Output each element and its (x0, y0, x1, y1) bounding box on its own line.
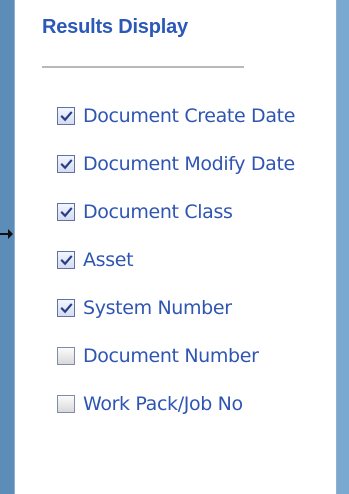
divider (42, 66, 244, 68)
results-display-window: Results Display Document Create Date Doc… (0, 0, 349, 494)
check-icon (59, 110, 73, 121)
check-icon (59, 302, 73, 313)
work-pack-job-no-checkbox[interactable] (57, 395, 75, 413)
option-label[interactable]: Asset (83, 248, 134, 272)
option-document-number[interactable]: Document Number (57, 344, 295, 392)
option-asset[interactable]: Asset (57, 248, 295, 296)
option-document-modify-date[interactable]: Document Modify Date (57, 152, 295, 200)
option-label[interactable]: Document Create Date (83, 104, 295, 128)
option-work-pack-job-no[interactable]: Work Pack/Job No (57, 392, 295, 440)
left-frame (0, 0, 14, 494)
arrow-pointer-icon (0, 229, 13, 239)
option-label[interactable]: Document Modify Date (83, 152, 295, 176)
option-system-number[interactable]: System Number (57, 296, 295, 344)
right-frame (337, 0, 349, 494)
option-label[interactable]: Document Class (83, 200, 233, 224)
check-icon (59, 158, 73, 169)
option-document-class[interactable]: Document Class (57, 200, 295, 248)
document-create-date-checkbox[interactable] (57, 107, 75, 125)
document-number-checkbox[interactable] (57, 347, 75, 365)
document-modify-date-checkbox[interactable] (57, 155, 75, 173)
option-label[interactable]: Document Number (83, 344, 259, 368)
option-label[interactable]: System Number (83, 296, 232, 320)
document-class-checkbox[interactable] (57, 203, 75, 221)
check-icon (59, 206, 73, 217)
option-document-create-date[interactable]: Document Create Date (57, 104, 295, 152)
system-number-checkbox[interactable] (57, 299, 75, 317)
result-options-list: Document Create Date Document Modify Dat… (57, 104, 295, 440)
asset-checkbox[interactable] (57, 251, 75, 269)
results-display-panel: Results Display Document Create Date Doc… (14, 0, 337, 494)
panel-title: Results Display (42, 16, 188, 38)
option-label[interactable]: Work Pack/Job No (83, 392, 243, 416)
check-icon (59, 254, 73, 265)
